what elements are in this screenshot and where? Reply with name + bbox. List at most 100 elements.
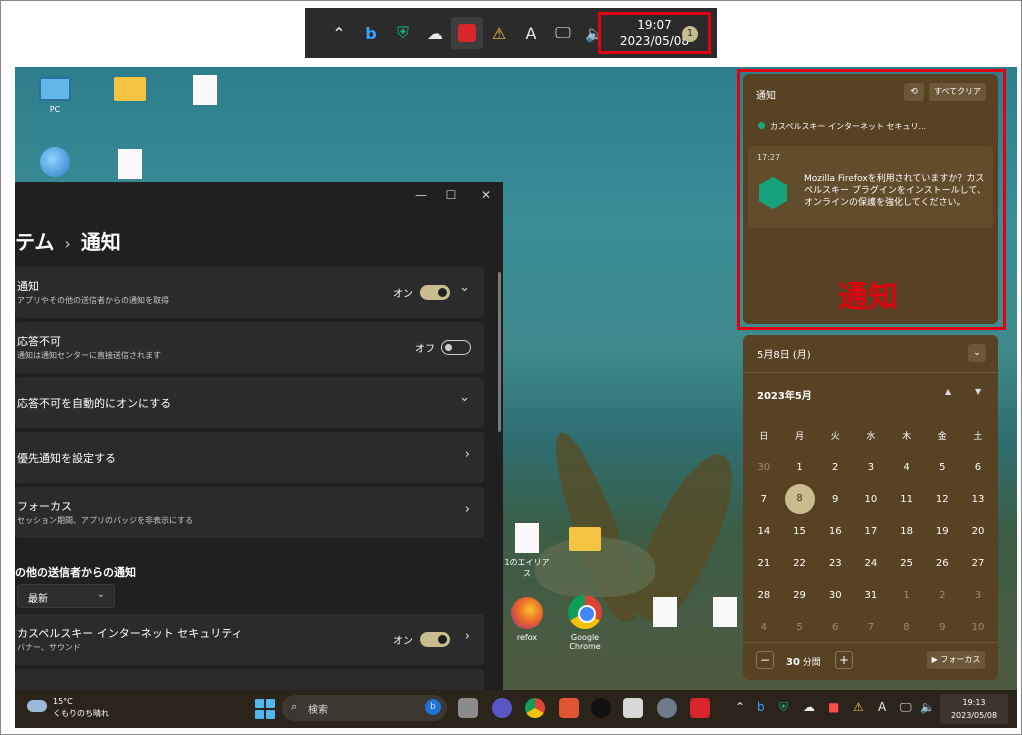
calendar-day[interactable]: 13	[960, 494, 996, 505]
next-month-icon[interactable]: ▼	[975, 387, 981, 396]
calendar-day[interactable]: 24	[853, 558, 889, 569]
sender-next[interactable]	[15, 669, 484, 690]
calendar-day[interactable]: 27	[960, 558, 996, 569]
calendar-day[interactable]: 14	[746, 526, 782, 537]
network-icon[interactable]: 🖵	[547, 17, 579, 49]
calendar-day[interactable]: 22	[782, 558, 818, 569]
security-warning-icon[interactable]: ⚠	[853, 700, 864, 714]
office-icon[interactable]	[559, 698, 579, 718]
calendar-day[interactable]: 6	[960, 462, 996, 473]
calendar-day[interactable]: 28	[746, 590, 782, 601]
chevron-down-icon[interactable]: ⌄	[968, 344, 986, 362]
calendar-day[interactable]: 4	[746, 622, 782, 633]
previous-month-icon[interactable]: ▲	[945, 387, 951, 396]
chrome-icon[interactable]	[525, 698, 545, 718]
ime-icon[interactable]: A	[515, 17, 547, 49]
chevron-up-icon[interactable]: ⌃	[735, 700, 745, 714]
sender-kaspersky[interactable]: カスペルスキー インターネット セキュリティ バナー、サウンド オン ›	[15, 614, 484, 665]
settings-gear-icon[interactable]	[657, 698, 677, 718]
calendar-day[interactable]: 10	[960, 622, 996, 633]
desktop-icon-shortcut[interactable]	[100, 149, 160, 183]
taskbar-search[interactable]: ⌕ 検索 b	[282, 695, 447, 721]
calendar-day[interactable]: 16	[817, 526, 853, 537]
calendar-month[interactable]: 2023年5月	[757, 387, 812, 402]
desktop-icon-folder-shortcut[interactable]	[555, 527, 615, 555]
app-red-icon[interactable]	[690, 698, 710, 718]
desktop-icon-document[interactable]	[635, 597, 695, 631]
volume-icon[interactable]: 🔈	[920, 700, 935, 714]
do-not-disturb-toggle[interactable]	[441, 340, 471, 355]
setting-do-not-disturb[interactable]: 応答不可 通知は通知センターに直接送信されます オフ	[15, 322, 484, 373]
calendar-day[interactable]: 30	[746, 462, 782, 473]
setting-focus[interactable]: フォーカス セッション期間、アプリのバッジを非表示にする ›	[15, 487, 484, 538]
calendar-day[interactable]: 23	[817, 558, 853, 569]
calendar-day-today[interactable]: 8	[782, 484, 818, 514]
chevron-down-icon[interactable]: ⌄	[459, 280, 470, 295]
close-icon[interactable]: ✕	[476, 188, 496, 202]
chevron-down-icon[interactable]: ⌄	[459, 390, 470, 405]
calendar-day[interactable]: 11	[889, 494, 925, 505]
calendar-day[interactable]: 7	[746, 494, 782, 505]
scrollbar[interactable]	[498, 272, 501, 432]
calendar-day[interactable]: 3	[960, 590, 996, 601]
calendar-day[interactable]: 1	[889, 590, 925, 601]
calendar-day[interactable]: 31	[853, 590, 889, 601]
breadcrumb-parent[interactable]: テム	[15, 230, 54, 254]
calendar-day[interactable]: 15	[782, 526, 818, 537]
calendar-day[interactable]: 25	[889, 558, 925, 569]
tiktok-icon[interactable]	[591, 698, 611, 718]
calendar-day[interactable]: 5	[782, 622, 818, 633]
desktop-icon-document[interactable]	[175, 75, 235, 109]
decrease-minutes-button[interactable]: −	[756, 651, 774, 669]
chevron-right-icon[interactable]: ›	[465, 629, 470, 644]
calendar-day[interactable]: 2	[817, 462, 853, 473]
desktop-icon-firefox[interactable]: refox	[497, 597, 557, 642]
calendar-day[interactable]: 2	[924, 590, 960, 601]
notifications-toggle[interactable]	[420, 285, 450, 300]
bing-icon[interactable]: b	[757, 700, 765, 714]
shield-icon[interactable]: ⛨	[387, 17, 419, 49]
chevron-up-icon[interactable]: ⌃	[323, 17, 355, 49]
taskbar-clock[interactable]: 19:13 2023/05/08	[940, 694, 1008, 724]
calendar-day[interactable]: 4	[889, 462, 925, 473]
calendar-day[interactable]: 10	[853, 494, 889, 505]
network-icon[interactable]: 🖵	[900, 700, 912, 715]
calendar-day[interactable]: 5	[924, 462, 960, 473]
sort-dropdown[interactable]: 最新 ⌄	[17, 584, 115, 608]
calendar-day[interactable]: 9	[924, 622, 960, 633]
desktop-icon-folder[interactable]	[100, 77, 160, 105]
calendar-day[interactable]: 7	[853, 622, 889, 633]
calendar-day[interactable]: 1	[782, 462, 818, 473]
calendar-day[interactable]: 29	[782, 590, 818, 601]
calendar-day[interactable]: 12	[924, 494, 960, 505]
desktop-icon-alias[interactable]: 1のエイリア ス	[497, 523, 557, 579]
weather-widget[interactable]: 15°C くもりのち晴れ	[27, 696, 109, 720]
setting-auto-dnd[interactable]: 応答不可を自動的にオンにする ⌄	[15, 377, 484, 428]
minimize-icon[interactable]: —	[411, 188, 431, 202]
cloud-icon[interactable]: ☁	[419, 17, 451, 49]
bing-icon[interactable]: b	[355, 17, 387, 49]
calendar-day[interactable]: 17	[853, 526, 889, 537]
setting-priority-notifications[interactable]: 優先通知を設定する ›	[15, 432, 484, 483]
calendar-day[interactable]: 18	[889, 526, 925, 537]
security-warning-icon[interactable]: ⚠	[483, 17, 515, 49]
increase-minutes-button[interactable]: +	[835, 651, 853, 669]
maximize-icon[interactable]: ☐	[441, 188, 461, 202]
calendar-day[interactable]: 9	[817, 494, 853, 505]
calendar-day[interactable]: 8	[889, 622, 925, 633]
cloud-icon[interactable]: ☁	[803, 700, 815, 714]
desktop-icon-pc[interactable]: PC	[25, 77, 85, 114]
desktop-icon-chrome[interactable]: Google Chrome	[555, 595, 615, 651]
calendar-day[interactable]: 19	[924, 526, 960, 537]
shield-icon[interactable]: ⛨	[779, 700, 788, 715]
focus-button[interactable]: ▶ フォーカス	[927, 651, 985, 669]
start-button[interactable]	[255, 699, 275, 719]
calendar-day[interactable]: 3	[853, 462, 889, 473]
desktop-icon-network[interactable]	[25, 147, 85, 181]
app-red-icon[interactable]: ■	[828, 700, 839, 714]
calendar-day[interactable]: 6	[817, 622, 853, 633]
snipping-tool-icon[interactable]	[623, 698, 643, 718]
calendar-day[interactable]: 20	[960, 526, 996, 537]
bing-icon[interactable]: b	[425, 699, 441, 715]
task-view-icon[interactable]	[458, 698, 478, 718]
